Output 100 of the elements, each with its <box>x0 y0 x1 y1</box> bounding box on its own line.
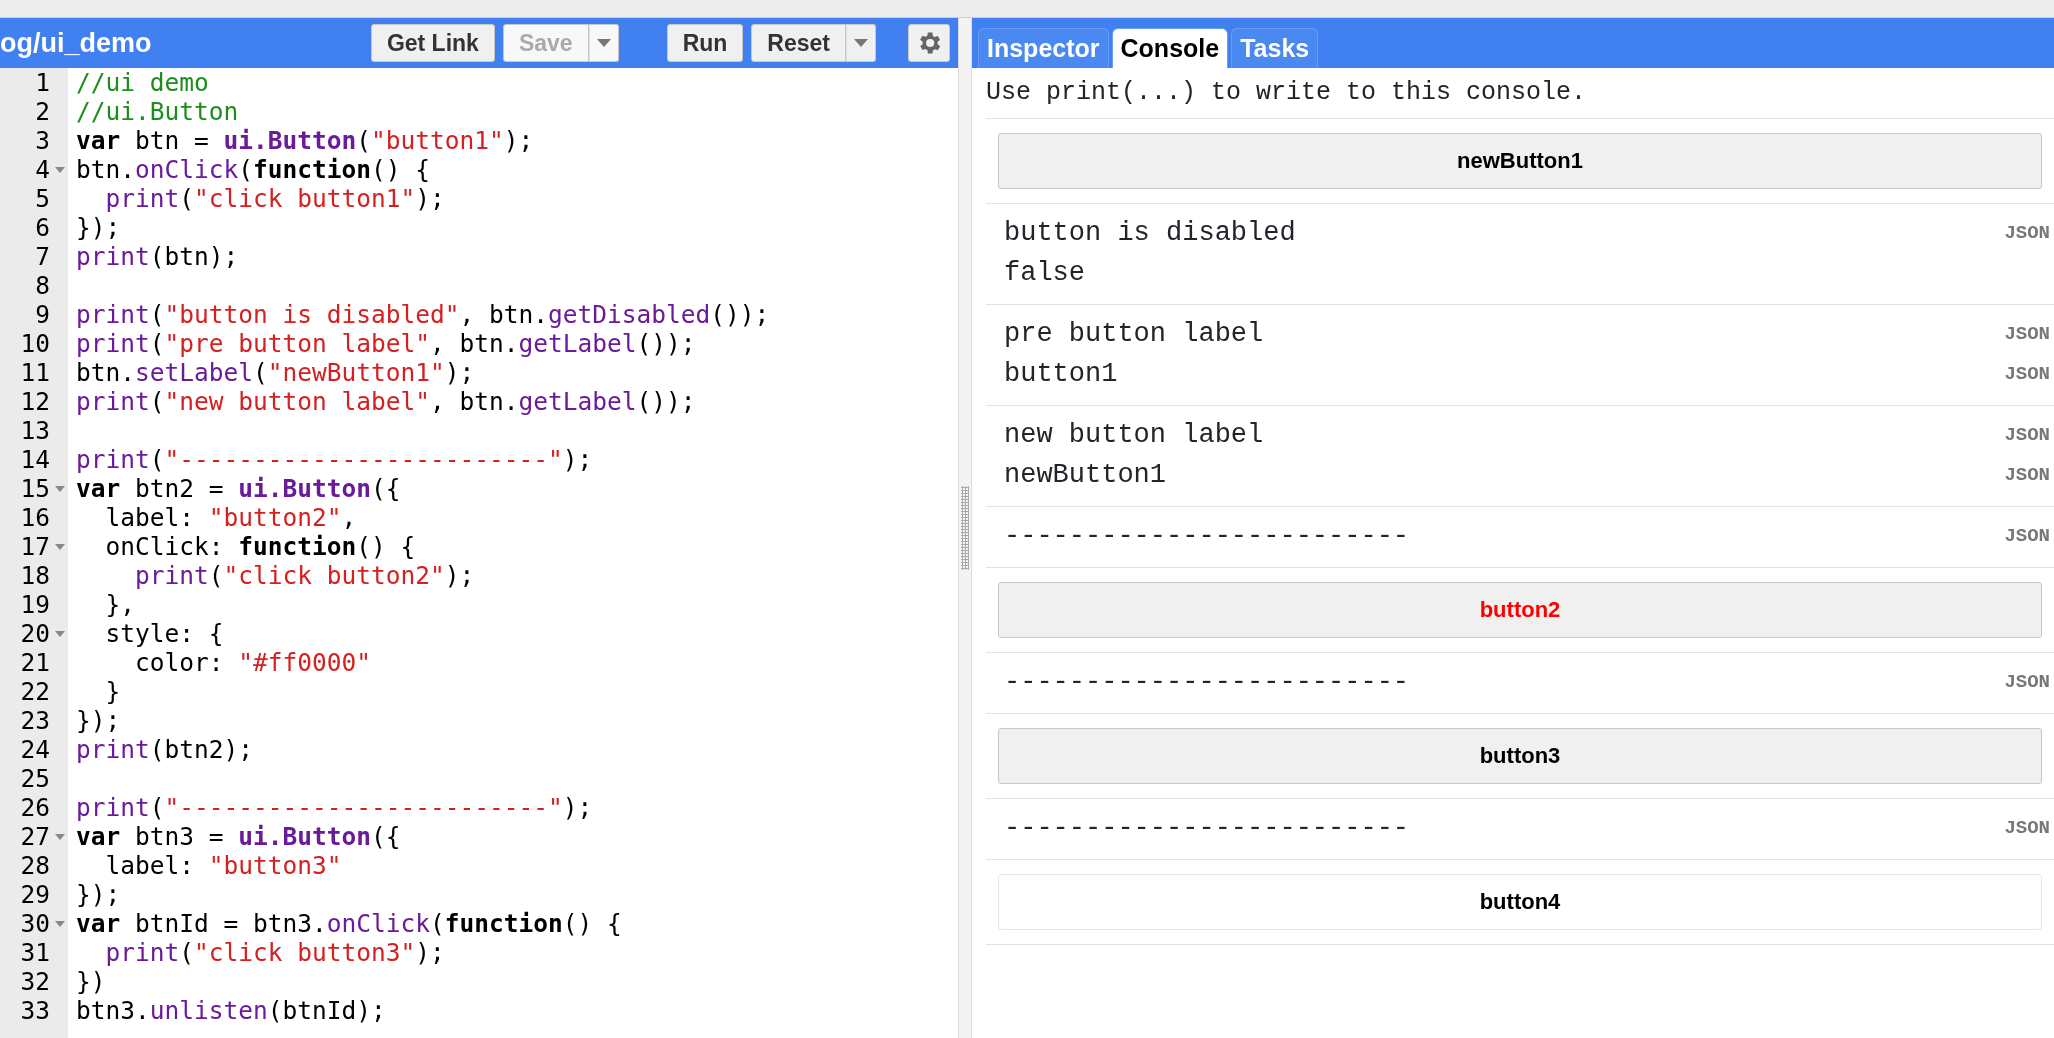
code-line: //ui.Button <box>76 97 240 126</box>
json-link[interactable]: JSON <box>2004 320 2054 349</box>
line-number: 26 <box>20 793 51 822</box>
code-line: var btn = ui.Button("button1"); <box>76 126 535 155</box>
line-number: 2 <box>35 97 51 126</box>
fold-caret-icon[interactable] <box>55 485 65 492</box>
console-output: ------------------------- <box>1004 520 1410 554</box>
json-link[interactable]: JSON <box>2004 219 2054 248</box>
dropdown-button[interactable] <box>846 24 876 62</box>
code-line: }) <box>76 967 107 996</box>
line-number: 24 <box>20 735 51 764</box>
code-line: print("new button label", btn.getLabel()); <box>76 387 697 416</box>
toolbar-button[interactable]: Get Link <box>370 24 495 62</box>
code-line: print("click button2"); <box>134 561 476 590</box>
code-line: print("click button1"); <box>104 184 446 213</box>
code-line: var btnId = btn3.onClick(function() { <box>76 909 623 938</box>
console-hint: Use print(...) to write to this console. <box>986 68 2054 119</box>
line-number: 21 <box>20 648 51 677</box>
fold-caret-icon[interactable] <box>55 543 65 550</box>
console-output: ------------------------- <box>1004 666 1410 700</box>
line-number: 19 <box>20 590 51 619</box>
console-output: new button label <box>1004 419 1264 453</box>
line-number: 6 <box>35 213 51 242</box>
code-line: btn3.unlisten(btnId); <box>76 996 387 1025</box>
json-link[interactable]: JSON <box>2004 814 2054 843</box>
line-number: 22 <box>20 677 51 706</box>
json-link[interactable]: JSON <box>2004 461 2054 490</box>
code-line: label: "button2", <box>104 503 358 532</box>
line-number: 12 <box>20 387 51 416</box>
line-number: 15 <box>20 474 51 503</box>
line-number: 5 <box>35 184 51 213</box>
line-number: 27 <box>20 822 51 851</box>
line-number: 4 <box>35 155 51 184</box>
json-link[interactable]: JSON <box>2004 522 2054 551</box>
console-output: false <box>1004 257 1085 291</box>
line-number: 11 <box>20 358 51 387</box>
settings-button[interactable] <box>908 24 950 62</box>
caret-icon <box>854 39 868 47</box>
code-line: label: "button3" <box>104 851 343 880</box>
code-line: }); <box>76 213 122 242</box>
line-number: 32 <box>20 967 51 996</box>
code-line: print(btn); <box>76 242 240 271</box>
line-number: 28 <box>20 851 51 880</box>
line-number: 8 <box>35 271 51 300</box>
line-number: 33 <box>20 996 51 1025</box>
console-output: pre button label <box>1004 318 1264 352</box>
code-line: print("-------------------------"); <box>76 793 594 822</box>
toolbar-button[interactable]: Run <box>666 24 744 62</box>
code-line: //ui demo <box>76 68 210 97</box>
toolbar-button[interactable]: Reset <box>751 24 846 62</box>
fold-caret-icon[interactable] <box>55 920 65 927</box>
json-link[interactable]: JSON <box>2004 360 2054 389</box>
fold-caret-icon[interactable] <box>55 833 65 840</box>
line-number: 20 <box>20 619 51 648</box>
line-number: 7 <box>35 242 51 271</box>
panel-tab[interactable]: Inspector <box>978 28 1109 68</box>
console-button[interactable]: button4 <box>998 873 2042 930</box>
line-number: 25 <box>20 764 51 793</box>
resize-handle[interactable] <box>961 486 969 570</box>
code-line: } <box>104 677 122 706</box>
code-line: print("pre button label", btn.getLabel()); <box>76 329 697 358</box>
code-line: style: { <box>104 619 225 648</box>
line-number: 3 <box>35 126 51 155</box>
code-line: print("-------------------------"); <box>76 445 594 474</box>
console-output: newButton1 <box>1004 459 1167 493</box>
line-number: 13 <box>20 416 51 445</box>
code-line: print("button is disabled", btn.getDisabled()); <box>76 300 770 329</box>
script-title: og/ui_demo <box>0 26 152 60</box>
fold-caret-icon[interactable] <box>55 166 65 173</box>
code-line: var btn2 = ui.Button({ <box>76 474 402 503</box>
console-output: ------------------------- <box>1004 812 1410 846</box>
code-line: btn.setLabel("newButton1"); <box>76 358 476 387</box>
panel-tab[interactable]: Tasks <box>1231 28 1319 68</box>
code-line: }, <box>104 590 136 619</box>
code-line: btn.onClick(function() { <box>76 155 432 184</box>
line-number: 16 <box>20 503 51 532</box>
console-button[interactable]: button2 <box>998 581 2042 638</box>
code-line: print(btn2); <box>76 735 255 764</box>
line-number: 17 <box>20 532 51 561</box>
code-line: onClick: function() { <box>104 532 417 561</box>
line-number: 14 <box>20 445 51 474</box>
json-link[interactable]: JSON <box>2004 421 2054 450</box>
code-line: print("click button3"); <box>104 938 446 967</box>
line-number: 10 <box>20 329 51 358</box>
line-number: 30 <box>20 909 51 938</box>
panel-tab[interactable]: Console <box>1111 28 1229 68</box>
console-button[interactable]: button3 <box>998 727 2042 784</box>
line-number: 1 <box>35 68 51 97</box>
fold-caret-icon[interactable] <box>55 630 65 637</box>
console-output: button is disabled <box>1004 217 1296 251</box>
code-line: }); <box>76 880 122 909</box>
line-number: 31 <box>20 938 51 967</box>
code-line: var btn3 = ui.Button({ <box>76 822 402 851</box>
code-line: }); <box>76 706 122 735</box>
json-link[interactable]: JSON <box>2004 668 2054 697</box>
line-number: 18 <box>20 561 51 590</box>
line-number: 29 <box>20 880 51 909</box>
console-output: button1 <box>1004 358 1118 392</box>
console-button[interactable]: newButton1 <box>998 132 2042 189</box>
caret-icon <box>596 39 611 47</box>
